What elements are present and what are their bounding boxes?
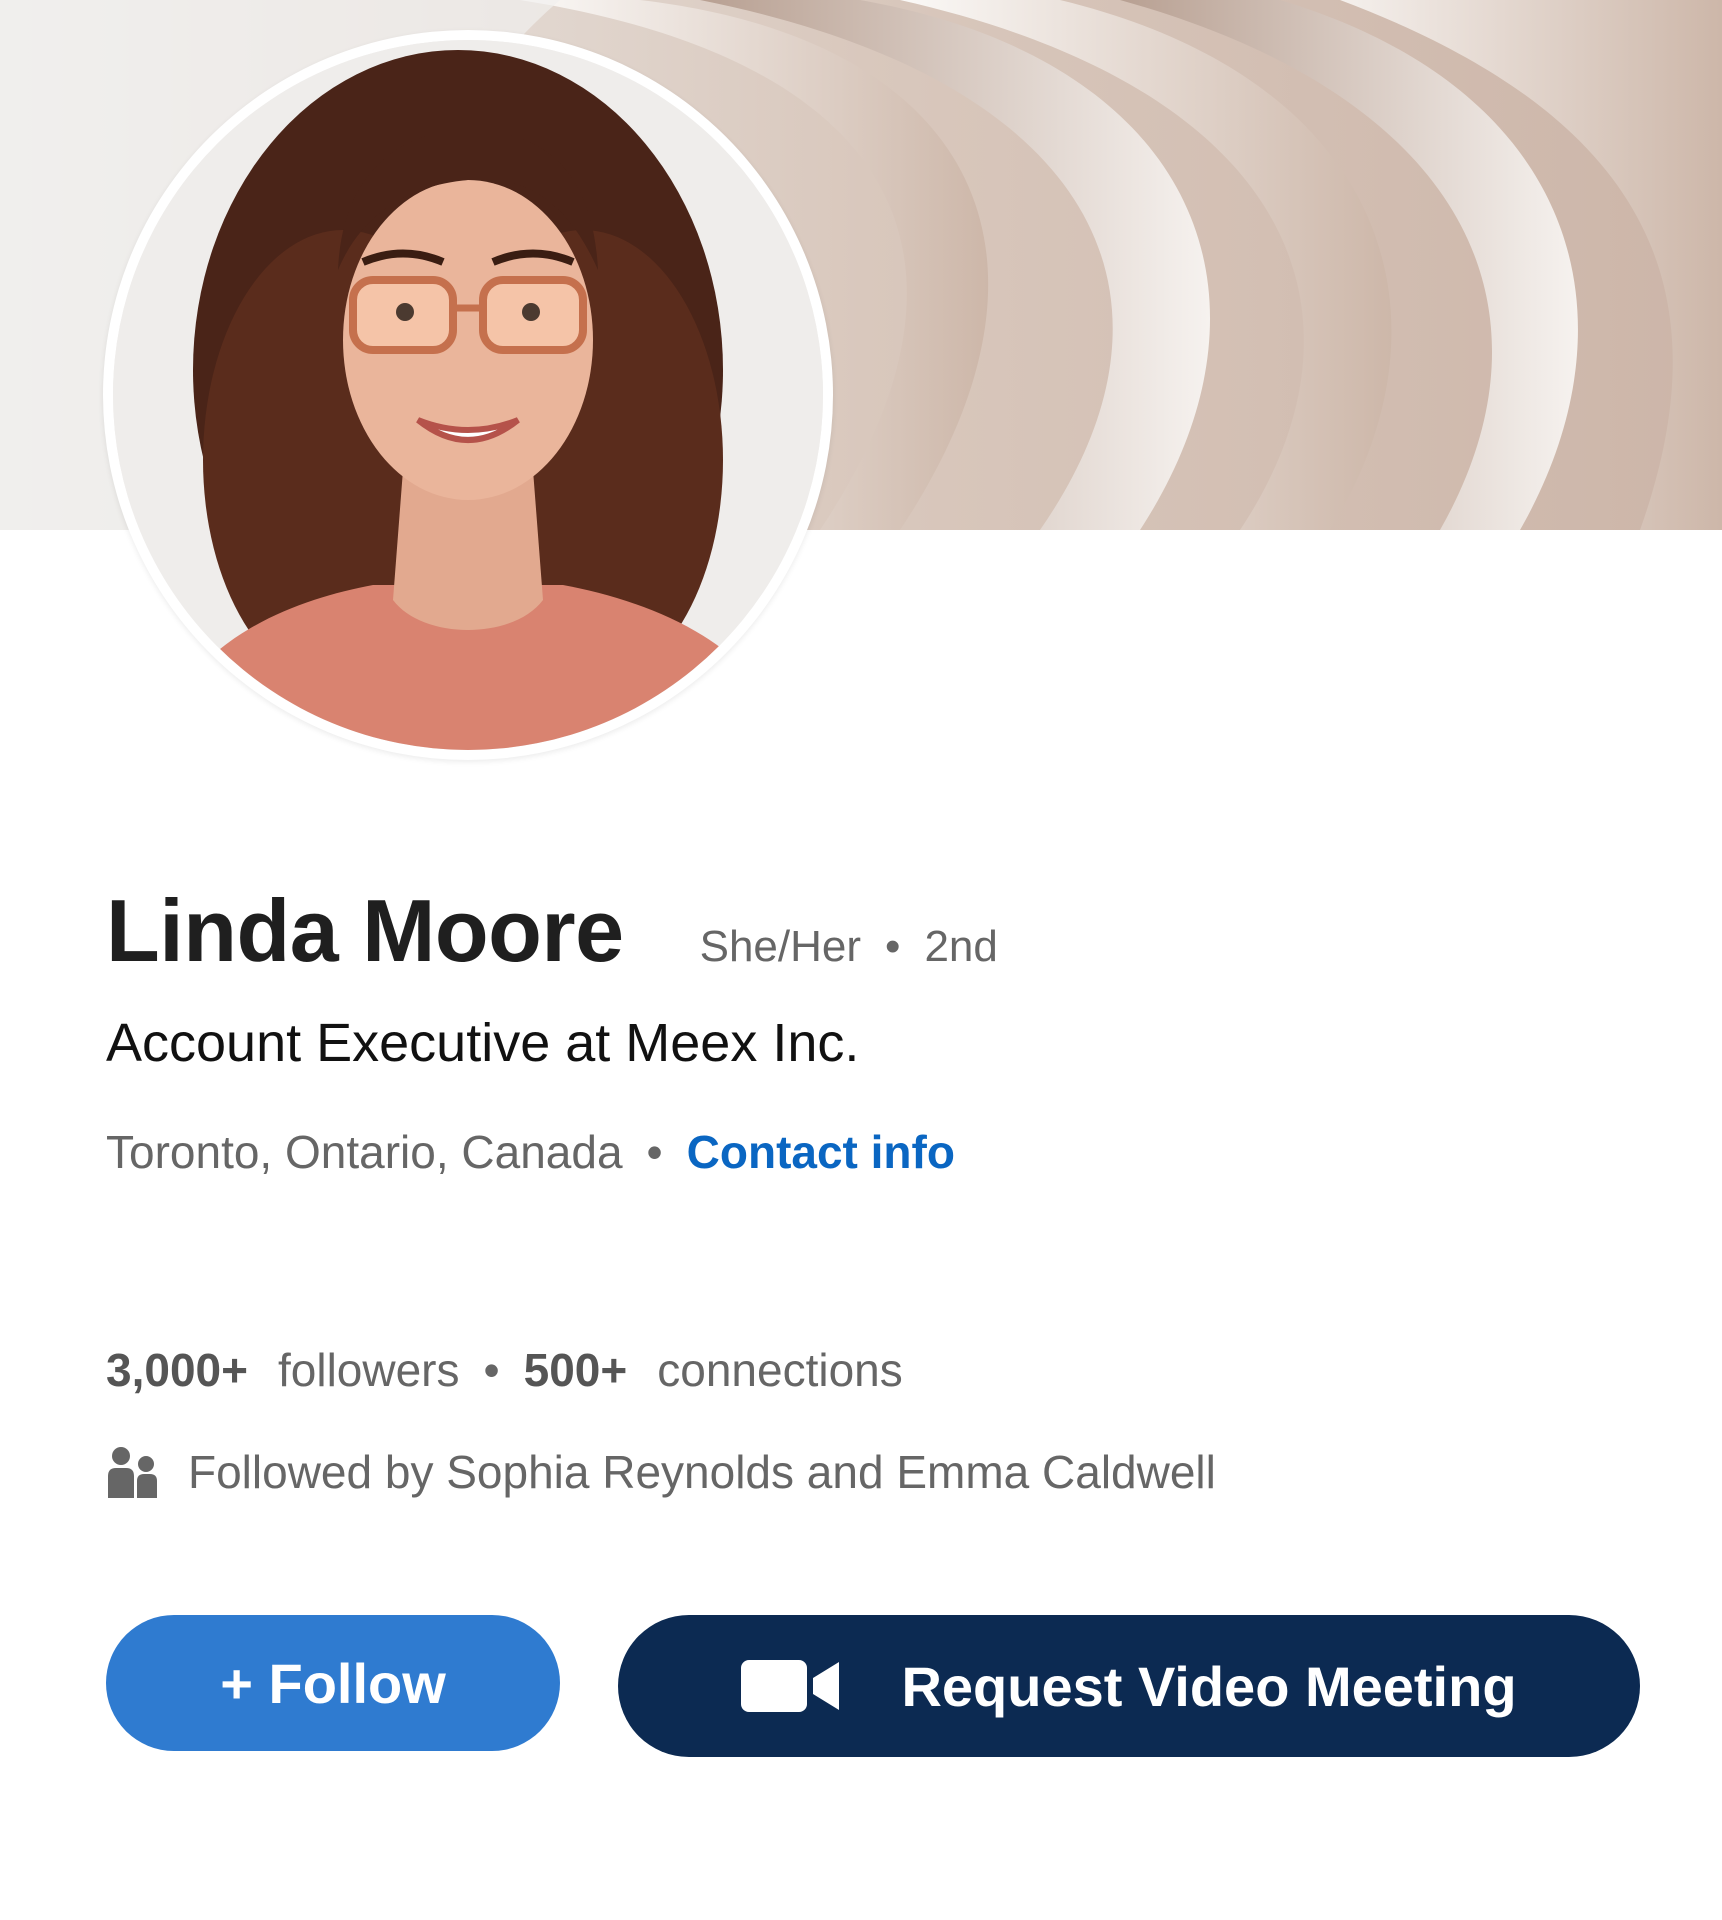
profile-name: Linda Moore — [106, 881, 624, 980]
stats-row: 3,000+ followers • 500+ connections — [106, 1343, 903, 1397]
location-row: Toronto, Ontario, Canada • Contact info — [106, 1125, 955, 1179]
people-icon — [108, 1447, 157, 1498]
followed-by-row[interactable]: Followed by Sophia Reynolds and Emma Cal… — [106, 1445, 1216, 1499]
avatar-portrait — [113, 40, 823, 750]
follow-button[interactable]: + Follow — [106, 1615, 560, 1751]
name-row: Linda Moore She/Her • 2nd — [106, 880, 998, 982]
pronouns: She/Her — [699, 922, 862, 971]
location-text: Toronto, Ontario, Canada — [106, 1126, 623, 1178]
request-video-meeting-label: Request Video Meeting — [901, 1654, 1517, 1718]
followers-label: followers — [277, 1344, 460, 1396]
profile-meta: She/Her • 2nd — [700, 922, 998, 972]
separator-dot: • — [483, 1344, 500, 1396]
contact-info-link[interactable]: Contact info — [687, 1126, 955, 1178]
separator-dot: • — [885, 922, 901, 971]
connection-degree: 2nd — [924, 922, 998, 971]
follow-button-label: + Follow — [220, 1651, 446, 1715]
connections-label[interactable]: connections — [657, 1344, 903, 1396]
followed-by-text: Followed by Sophia Reynolds and Emma Cal… — [188, 1446, 1216, 1498]
profile-photo[interactable] — [113, 40, 823, 750]
followers-count: 3,000+ — [106, 1344, 248, 1396]
connections-count[interactable]: 500+ — [524, 1344, 628, 1396]
profile-headline: Account Executive at Meex Inc. — [106, 1013, 860, 1073]
profile-photo-frame[interactable] — [103, 30, 833, 760]
video-camera-icon — [741, 1660, 840, 1712]
request-video-meeting-button[interactable]: Request Video Meeting — [618, 1615, 1640, 1757]
separator-dot: • — [646, 1126, 663, 1178]
